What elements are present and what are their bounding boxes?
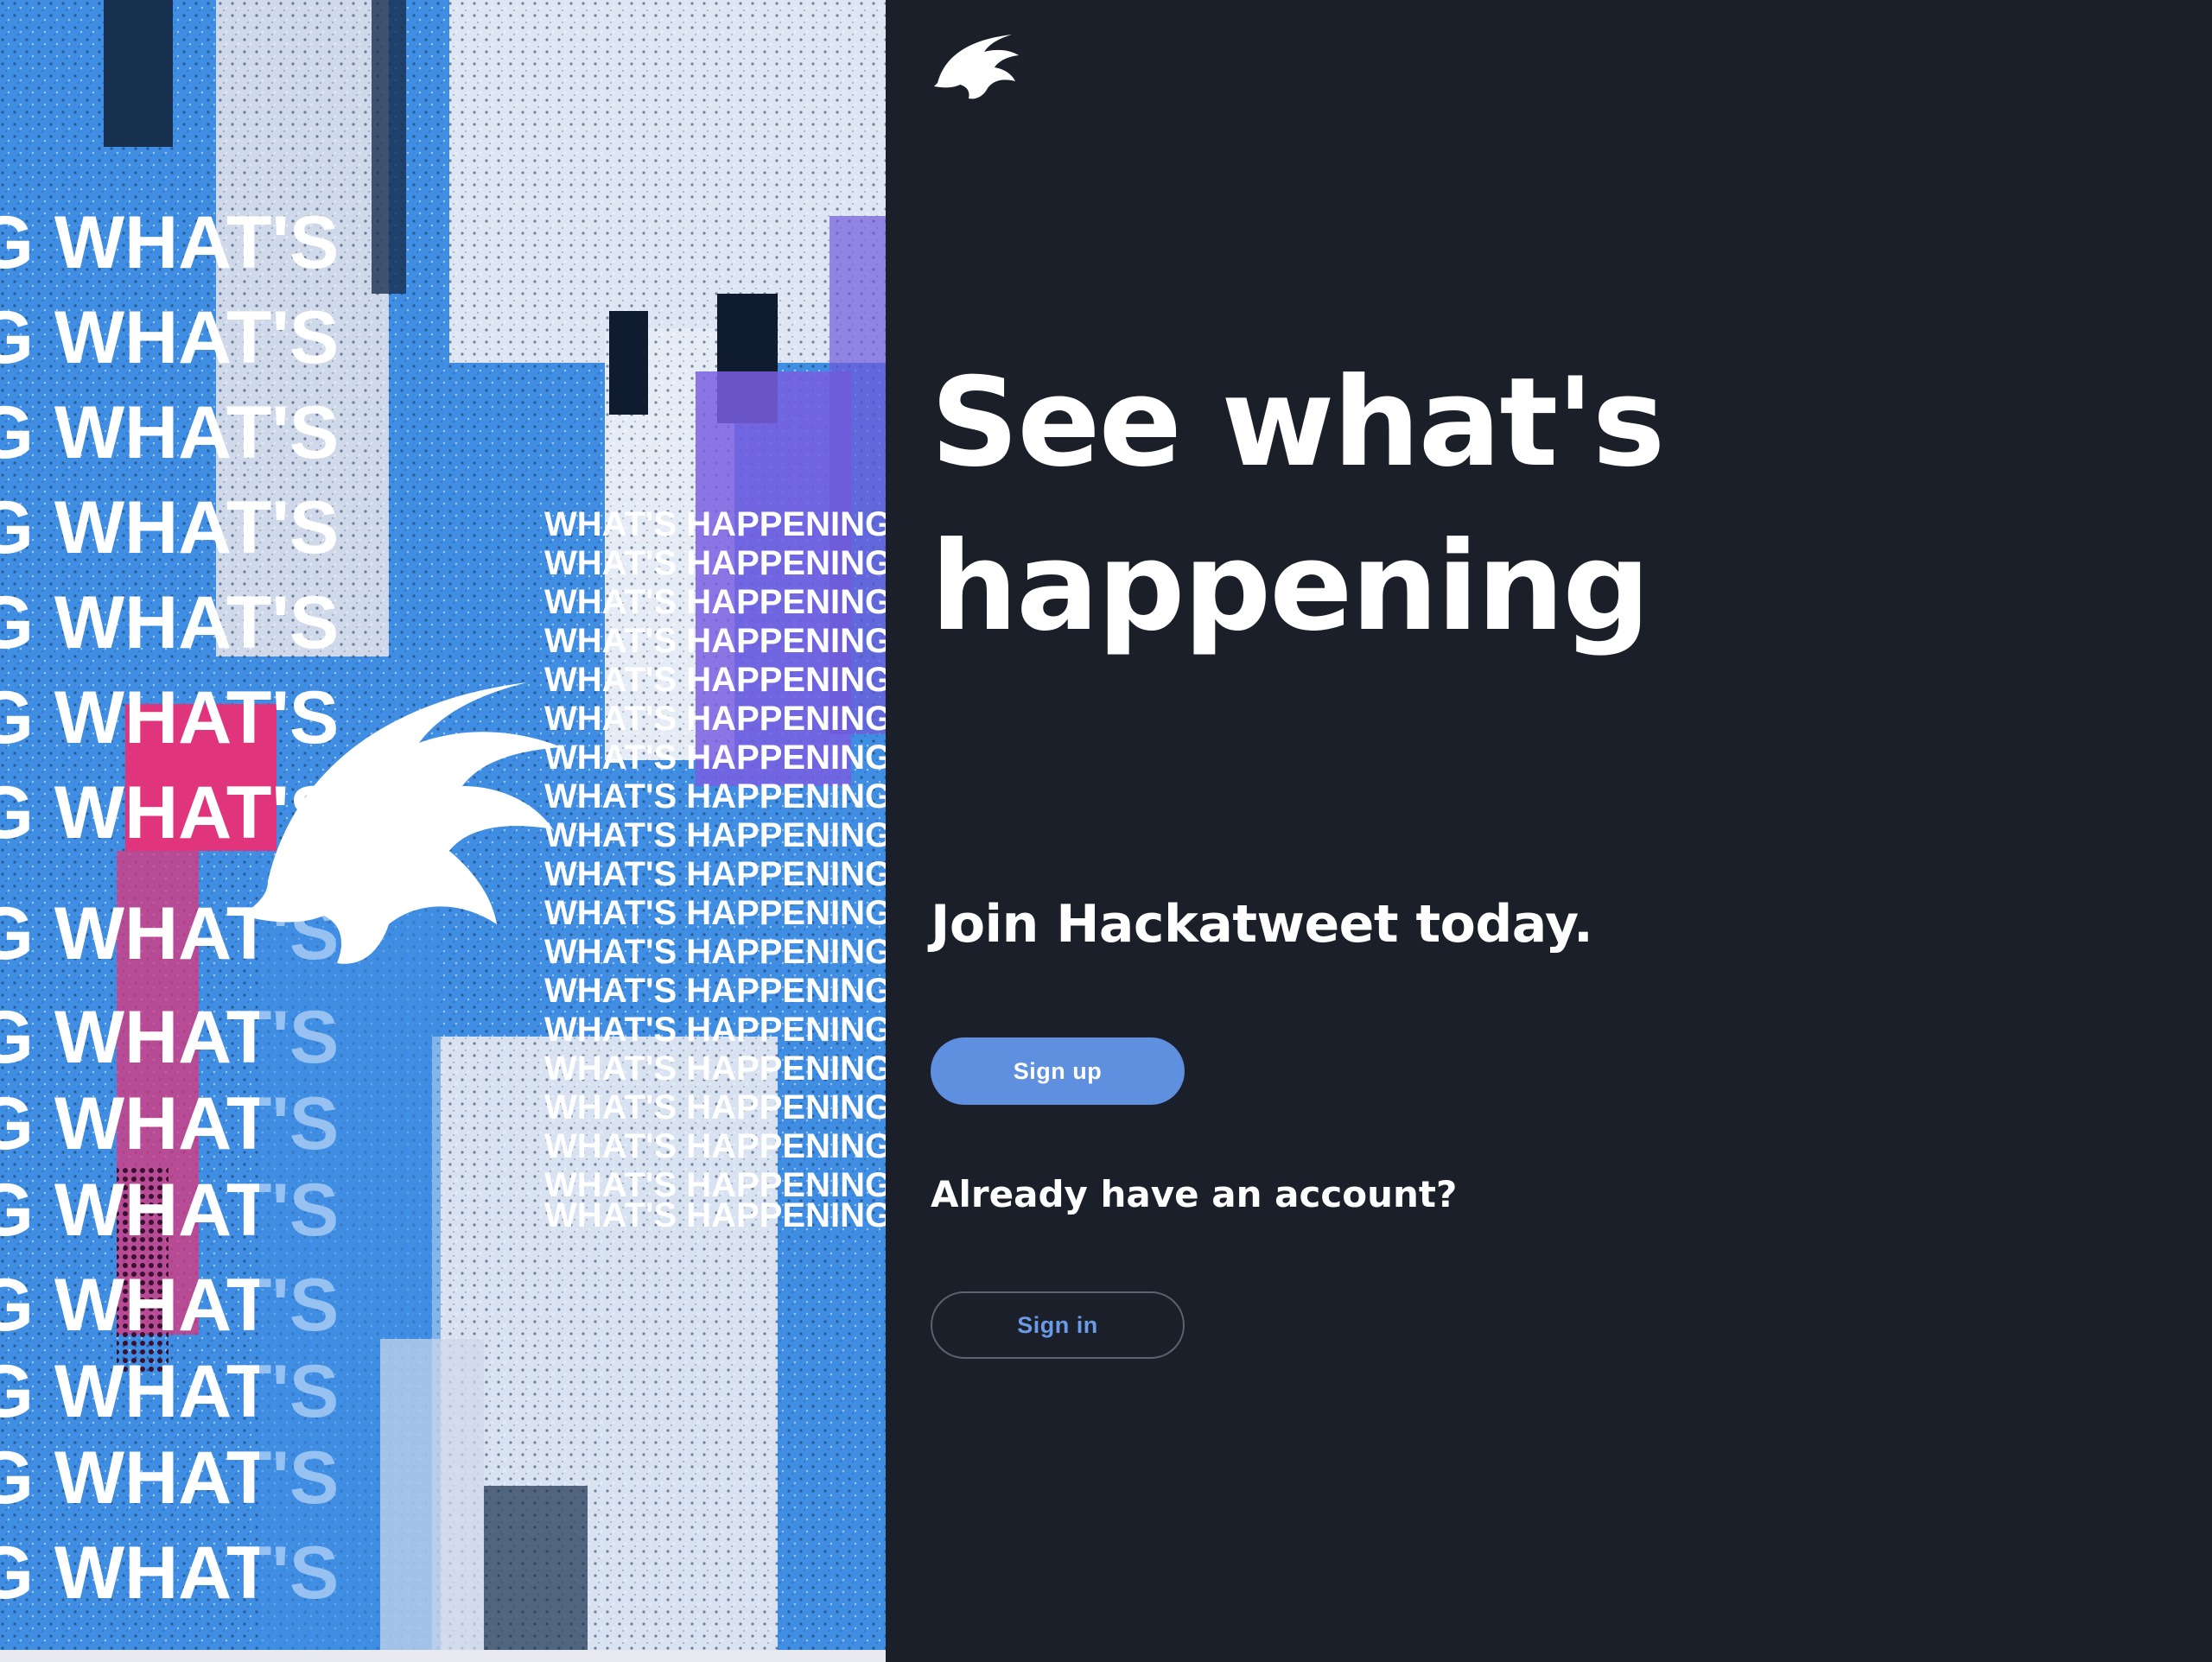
hero-collage: NG WHAT'S NG WHAT'S NG WHAT'S NG WHAT'S … <box>0 0 886 1650</box>
join-text: Join Hackatweet today. <box>931 894 1593 955</box>
svg-text:WHAT'S HAPPENING: WHAT'S HAPPENING <box>544 1127 886 1165</box>
sign-up-label: Sign up <box>1013 1057 1103 1084</box>
svg-text:WHAT'S HAPPENING: WHAT'S HAPPENING <box>544 622 886 660</box>
already-have-account-text: Already have an account? <box>931 1173 1458 1215</box>
sign-up-button[interactable]: Sign up <box>931 1037 1185 1105</box>
svg-text:WHAT'S HAPPENING: WHAT'S HAPPENING <box>544 1088 886 1126</box>
hero-image: NG WHAT'S NG WHAT'S NG WHAT'S NG WHAT'S … <box>0 0 886 1650</box>
svg-text:NG WHAT'S: NG WHAT'S <box>0 581 339 664</box>
svg-text:NG WHAT'S: NG WHAT'S <box>0 676 339 759</box>
landing-page: NG WHAT'S NG WHAT'S NG WHAT'S NG WHAT'S … <box>0 0 2212 1662</box>
svg-text:WHAT'S HAPPENING: WHAT'S HAPPENING <box>544 544 886 582</box>
svg-text:WHAT'S HAPPENING: WHAT'S HAPPENING <box>544 816 886 854</box>
headline-line-2: happening <box>931 516 1650 658</box>
svg-text:WHAT'S HAPPENING: WHAT'S HAPPENING <box>544 933 886 971</box>
bird-logo-icon <box>934 35 1019 99</box>
headline-line-1: See what's <box>931 352 1665 494</box>
sign-in-button[interactable]: Sign in <box>931 1291 1185 1359</box>
svg-text:WHAT'S HAPPENING: WHAT'S HAPPENING <box>544 505 886 543</box>
svg-text:WHAT'S HAPPENING: WHAT'S HAPPENING <box>544 661 886 699</box>
svg-text:WHAT'S HAPPENING: WHAT'S HAPPENING <box>544 583 886 621</box>
svg-text:WHAT'S HAPPENING: WHAT'S HAPPENING <box>544 700 886 738</box>
svg-text:WHAT'S HAPPENING: WHAT'S HAPPENING <box>544 739 886 777</box>
svg-text:WHAT'S HAPPENING: WHAT'S HAPPENING <box>544 855 886 893</box>
svg-text:NG WHAT'S: NG WHAT'S <box>0 391 339 474</box>
page-headline: See what's happening <box>931 341 1881 669</box>
sign-in-label: Sign in <box>1017 1311 1098 1338</box>
svg-text:WHAT'S HAPPENING: WHAT'S HAPPENING <box>544 972 886 1010</box>
svg-text:WHAT'S HAPPENING: WHAT'S HAPPENING <box>544 1196 886 1234</box>
svg-text:WHAT'S HAPPENING: WHAT'S HAPPENING <box>544 777 886 815</box>
svg-text:WHAT'S HAPPENING: WHAT'S HAPPENING <box>544 1011 886 1049</box>
auth-panel: See what's happening Join Hackatweet tod… <box>886 0 2212 1662</box>
svg-text:NG WHAT'S: NG WHAT'S <box>0 296 339 379</box>
svg-text:NG WHAT'S: NG WHAT'S <box>0 201 339 284</box>
svg-text:NG WHAT'S: NG WHAT'S <box>0 486 339 569</box>
hero-bottom-strip <box>0 1650 886 1662</box>
svg-text:WHAT'S HAPPENING: WHAT'S HAPPENING <box>544 894 886 932</box>
svg-text:WHAT'S HAPPENING: WHAT'S HAPPENING <box>544 1050 886 1088</box>
